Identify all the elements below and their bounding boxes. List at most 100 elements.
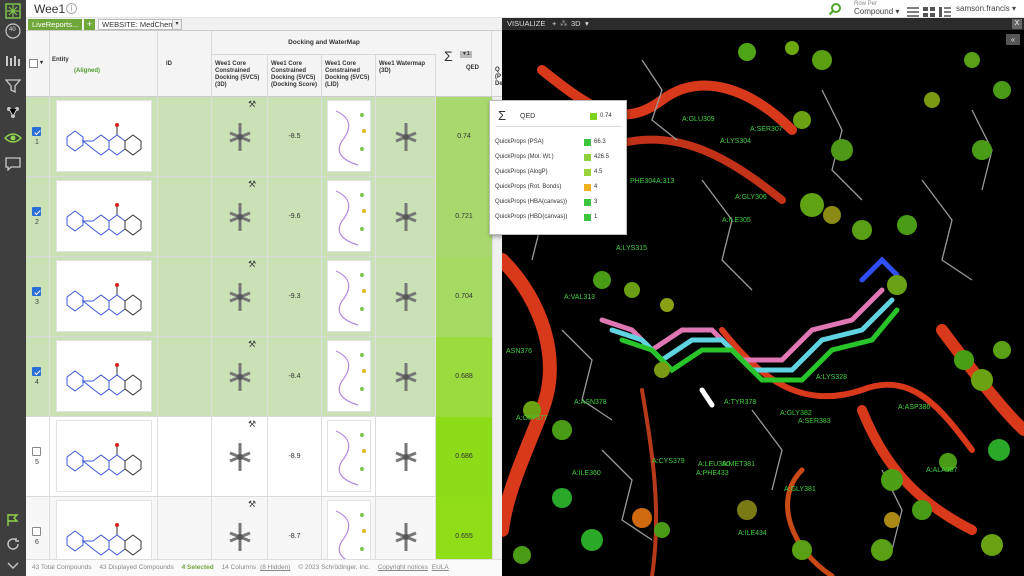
visualize-close-button[interactable]: X bbox=[1012, 19, 1022, 29]
watermap-header[interactable]: Wee1 Watermap (3D) bbox=[376, 55, 436, 97]
lid-diagram-image[interactable] bbox=[327, 340, 371, 412]
docking-3d-cell[interactable]: ⚒ bbox=[212, 497, 268, 559]
structure-image[interactable] bbox=[56, 340, 152, 412]
hammer-icon[interactable]: ⚒ bbox=[248, 339, 256, 350]
footer-eula-link[interactable]: EULA bbox=[432, 564, 449, 571]
lid-diagram-image[interactable] bbox=[327, 180, 371, 252]
id-cell[interactable] bbox=[158, 177, 212, 257]
id-cell[interactable] bbox=[158, 337, 212, 417]
docking-lid-cell[interactable] bbox=[322, 417, 376, 497]
filter-icon[interactable] bbox=[4, 77, 22, 95]
hammer-icon[interactable]: ⚒ bbox=[248, 99, 256, 110]
lid-diagram-image[interactable] bbox=[327, 420, 371, 492]
hammer-icon[interactable]: ⚒ bbox=[248, 499, 256, 510]
residue-label[interactable]: A:MET381 bbox=[722, 461, 755, 468]
pose-3d-thumbnail[interactable] bbox=[226, 359, 254, 395]
website-tab[interactable]: WEBSITE: MedChem bbox=[98, 19, 179, 30]
document-title[interactable]: Wee1 bbox=[34, 2, 65, 16]
structure-image[interactable] bbox=[56, 260, 152, 332]
hammer-icon[interactable]: ⚒ bbox=[248, 179, 256, 190]
pose-3d-thumbnail[interactable] bbox=[226, 439, 254, 475]
id-cell[interactable] bbox=[158, 97, 212, 177]
docking-lid-cell[interactable] bbox=[322, 497, 376, 559]
docking-3d-cell[interactable]: ⚒ bbox=[212, 417, 268, 497]
comments-icon[interactable] bbox=[4, 155, 22, 173]
table-row[interactable]: 2 ⚒ -9.6 0.721 bbox=[26, 177, 502, 257]
website-dropdown-button[interactable]: ▾ bbox=[172, 19, 182, 30]
docking-lid-cell[interactable] bbox=[322, 97, 376, 177]
docking-lid-header[interactable]: Wee1 Core Constrained Docking (5VC5) (LI… bbox=[322, 55, 376, 97]
info-icon[interactable]: i bbox=[66, 3, 77, 14]
residue-label[interactable]: A:LYS304 bbox=[720, 138, 751, 145]
residue-label[interactable]: A:GLY382 bbox=[780, 410, 812, 417]
hammer-icon[interactable]: ⚒ bbox=[248, 419, 256, 430]
residue-label[interactable]: A:GLU309 bbox=[682, 116, 715, 123]
watermap-cell[interactable] bbox=[376, 337, 436, 417]
watermap-3d-thumbnail[interactable] bbox=[392, 199, 420, 235]
structure-image[interactable] bbox=[56, 500, 152, 559]
table-row[interactable]: 4 ⚒ -8.4 0.688 bbox=[26, 337, 502, 417]
residue-label[interactable]: A:PHE433 bbox=[696, 470, 729, 477]
qed-cell[interactable]: 0.688 bbox=[436, 337, 492, 417]
row-checkbox[interactable] bbox=[32, 127, 41, 136]
docking-score-cell[interactable]: -8.5 bbox=[268, 97, 322, 177]
docking-score-cell[interactable]: -8.4 bbox=[268, 337, 322, 417]
table-row[interactable]: 6 ⚒ -8.7 0.655 bbox=[26, 497, 502, 559]
structure-image[interactable] bbox=[56, 100, 152, 172]
id-cell[interactable] bbox=[158, 417, 212, 497]
residue-label[interactable]: A:ILE434 bbox=[738, 530, 767, 537]
expand-icon[interactable] bbox=[4, 557, 22, 575]
grid-view-icon[interactable] bbox=[923, 4, 935, 17]
docking-3d-header[interactable]: Wee1 Core Constrained Docking (5VC5) (3D… bbox=[212, 55, 268, 97]
row-checkbox[interactable] bbox=[32, 207, 41, 216]
residue-label[interactable]: A:LYS328 bbox=[816, 374, 847, 381]
residue-label[interactable]: A:GLY306 bbox=[735, 194, 767, 201]
residue-label[interactable]: A:TYR378 bbox=[724, 399, 756, 406]
visualize-mode[interactable]: 3D bbox=[571, 18, 581, 30]
row-checkbox[interactable] bbox=[32, 367, 41, 376]
residue-label[interactable]: A:VAL313 bbox=[564, 294, 595, 301]
id-header[interactable]: ID bbox=[158, 31, 212, 97]
pose-3d-thumbnail[interactable] bbox=[226, 119, 254, 155]
watermap-3d-thumbnail[interactable] bbox=[392, 359, 420, 395]
residue-label[interactable]: A:ILE360 bbox=[572, 470, 601, 477]
docking-3d-cell[interactable]: ⚒ bbox=[212, 97, 268, 177]
footer-selected[interactable]: 4 Selected bbox=[182, 564, 214, 571]
table-row[interactable]: 3 ⚒ -9.3 0.704 bbox=[26, 257, 502, 337]
rows-per-selector[interactable]: Row Per Compound ▾ bbox=[854, 1, 899, 16]
table-row[interactable]: 1 ⚒ -8.5 0.74 bbox=[26, 97, 502, 177]
residue-label[interactable]: PHE304A:313 bbox=[630, 178, 674, 185]
docking-lid-cell[interactable] bbox=[322, 337, 376, 417]
visualize-collapse-button[interactable]: « bbox=[1006, 34, 1020, 45]
list-view-icon[interactable] bbox=[907, 4, 919, 17]
qed-cell[interactable]: 0.655 bbox=[436, 497, 492, 559]
visualize-label[interactable]: VISUALIZE bbox=[507, 18, 545, 30]
docking-lid-cell[interactable] bbox=[322, 177, 376, 257]
watermap-3d-thumbnail[interactable] bbox=[392, 519, 420, 555]
watermap-cell[interactable] bbox=[376, 497, 436, 559]
row-checkbox[interactable] bbox=[32, 527, 41, 536]
residue-label[interactable]: A:ASP386 bbox=[898, 404, 930, 411]
docking-3d-cell[interactable]: ⚒ bbox=[212, 337, 268, 417]
add-tab-button[interactable]: + bbox=[84, 19, 95, 30]
footer-notices-link[interactable]: Copyright notices bbox=[378, 564, 428, 571]
qed-cell[interactable]: 0.721 bbox=[436, 177, 492, 257]
pose-3d-thumbnail[interactable] bbox=[226, 279, 254, 315]
residue-label[interactable]: ASN376 bbox=[506, 348, 532, 355]
docking-score-cell[interactable]: -9.3 bbox=[268, 257, 322, 337]
lid-diagram-image[interactable] bbox=[327, 500, 371, 559]
hammer-icon[interactable]: ⚒ bbox=[248, 259, 256, 270]
select-all-checkbox[interactable] bbox=[29, 59, 38, 68]
docking-score-header[interactable]: Wee1 Core Constrained Docking (5VC5) (Do… bbox=[268, 55, 322, 97]
qed-header[interactable]: Σ ▼1 QED bbox=[436, 31, 492, 97]
visualize-add-button[interactable]: + bbox=[552, 18, 556, 30]
visualize-mode-caret[interactable]: ▾ bbox=[585, 18, 589, 30]
row-checkbox[interactable] bbox=[32, 287, 41, 296]
qed-cell[interactable]: 0.74 bbox=[436, 97, 492, 177]
row-checkbox[interactable] bbox=[32, 447, 41, 456]
table-row[interactable]: 5 ⚒ -8.9 0.686 bbox=[26, 417, 502, 497]
docking-score-cell[interactable]: -8.7 bbox=[268, 497, 322, 559]
next-column-header[interactable]: Q (P De bbox=[492, 31, 502, 97]
residue-label[interactable]: A:ASN378 bbox=[574, 399, 607, 406]
residue-label[interactable]: A:GLY381 bbox=[784, 486, 816, 493]
